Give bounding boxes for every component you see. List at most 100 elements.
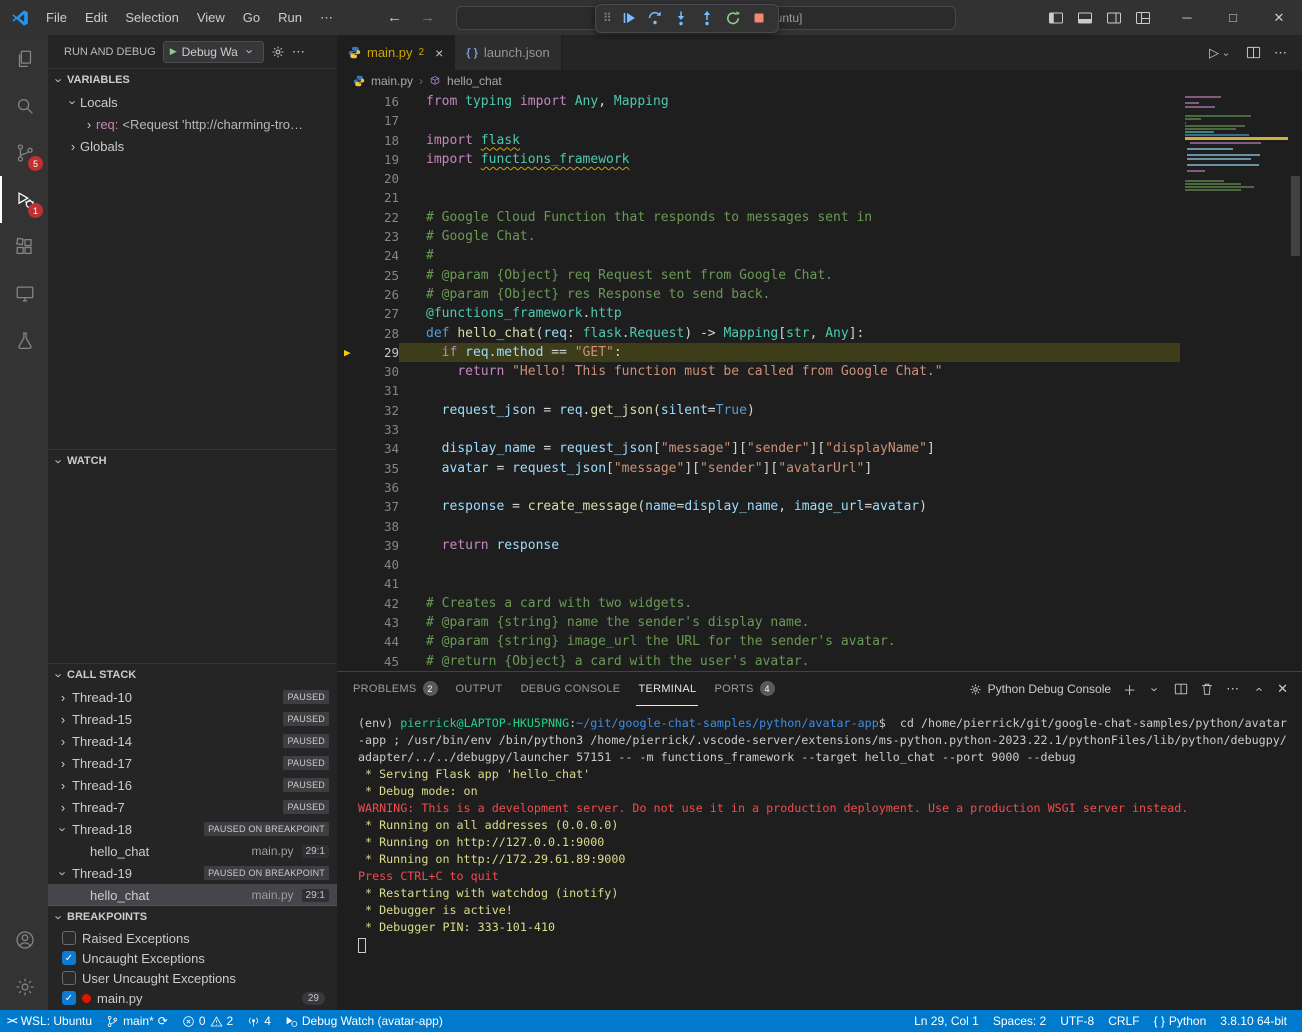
debug-status-item[interactable]: Debug Watch (avatar-app) (278, 1010, 450, 1032)
breakpoint-checkbox[interactable] (62, 971, 76, 985)
minimap[interactable] (1185, 96, 1288, 193)
breakpoint-row[interactable]: User Uncaught Exceptions (48, 968, 337, 988)
editor-scrollbar[interactable] (1289, 92, 1302, 671)
line-number[interactable]: 45 (337, 652, 399, 671)
line-number[interactable]: 22 (337, 208, 399, 227)
breadcrumb-file[interactable]: main.py (371, 74, 413, 88)
variable-req-row[interactable]: ›req:<Request 'http://charming-tro… (48, 113, 337, 135)
terminal-dropdown-icon[interactable]: › (1148, 682, 1163, 696)
problems-item[interactable]: 0 2 (175, 1010, 240, 1032)
code-line[interactable]: 36 (337, 478, 1302, 497)
python-interpreter[interactable]: 3.8.10 64-bit (1213, 1010, 1294, 1032)
line-number[interactable]: 32 (337, 401, 399, 420)
toggle-secondary-sidebar-icon[interactable] (1100, 4, 1127, 31)
code-line[interactable]: 21 (337, 188, 1302, 207)
variables-header[interactable]: ›VARIABLES (48, 69, 337, 91)
thread-row[interactable]: ›Thread-19PAUSED ON BREAKPOINT (48, 862, 337, 884)
code-line[interactable]: 23# Google Chat. (337, 227, 1302, 246)
line-number[interactable]: 19 (337, 150, 399, 169)
line-number[interactable]: 21 (337, 188, 399, 207)
code-line[interactable]: 44# @param {string} image_url the URL fo… (337, 632, 1302, 651)
customize-layout-icon[interactable] (1129, 4, 1156, 31)
split-terminal-icon[interactable] (1174, 682, 1188, 696)
code-line[interactable]: 17 (337, 111, 1302, 130)
toggle-panel-icon[interactable] (1071, 4, 1098, 31)
encoding[interactable]: UTF-8 (1053, 1010, 1101, 1032)
line-number[interactable]: 33 (337, 420, 399, 439)
breakpoint-checkbox[interactable]: ✓ (62, 991, 76, 1005)
tab-main-py[interactable]: main.py 2 × (337, 35, 455, 70)
minimize-button[interactable]: ─ (1164, 0, 1210, 35)
debug-settings-gear-icon[interactable] (271, 45, 285, 59)
debug-config-dropdown[interactable]: ▶ Debug Wa › (163, 41, 264, 63)
terminal-profile[interactable]: Python Debug Console (969, 682, 1111, 696)
line-number[interactable]: 26 (337, 285, 399, 304)
split-editor-icon[interactable] (1246, 45, 1261, 60)
debug-continue-button[interactable] (618, 7, 641, 30)
panel-tab-ports[interactable]: PORTS4 (712, 672, 776, 706)
stack-frame-row[interactable]: hello_chatmain.py29:1 (48, 884, 337, 906)
menu-item-1[interactable]: Edit (76, 0, 116, 35)
maximize-panel-icon[interactable]: › (1251, 682, 1266, 696)
thread-row[interactable]: ›Thread-10PAUSED (48, 686, 337, 708)
forward-button[interactable]: → (411, 9, 444, 26)
tab-launch-json[interactable]: { } launch.json (455, 35, 561, 70)
more-actions-icon[interactable]: ⋯ (292, 44, 305, 60)
new-terminal-icon[interactable]: ＋ (1123, 680, 1136, 699)
panel-tab-terminal[interactable]: TERMINAL (636, 672, 698, 706)
line-number[interactable]: 31 (337, 381, 399, 400)
drag-handle-icon[interactable]: ⠿ (603, 11, 612, 25)
menu-item-0[interactable]: File (37, 0, 76, 35)
call-stack-header[interactable]: ›CALL STACK (48, 664, 337, 686)
line-number[interactable]: 34 (337, 439, 399, 458)
code-line[interactable]: 33 (337, 420, 1302, 439)
menu-item-2[interactable]: Selection (116, 0, 187, 35)
remote-explorer-icon[interactable] (0, 270, 48, 317)
breakpoint-row[interactable]: Raised Exceptions (48, 928, 337, 948)
code-line[interactable]: 41 (337, 574, 1302, 593)
code-line[interactable]: ▶29 if req.method == "GET": (337, 343, 1302, 362)
scrollbar-thumb[interactable] (1291, 176, 1300, 256)
ports-indicator[interactable]: 4 (240, 1010, 278, 1032)
line-number[interactable]: 28 (337, 324, 399, 343)
source-control-icon[interactable]: 5 (0, 129, 48, 176)
thread-row[interactable]: ›Thread-14PAUSED (48, 730, 337, 752)
testing-icon[interactable] (0, 317, 48, 364)
more-actions-icon[interactable]: ⋯ (1274, 45, 1287, 61)
thread-row[interactable]: ›Thread-18PAUSED ON BREAKPOINT (48, 818, 337, 840)
terminal-output[interactable]: (env) pierrick@LAPTOP-HKU5PNNG:~/git/goo… (337, 706, 1302, 1010)
kill-terminal-icon[interactable] (1200, 682, 1214, 696)
breakpoint-row[interactable]: ✓main.py29 (48, 988, 337, 1008)
git-branch-item[interactable]: main*⟳ (99, 1010, 175, 1032)
line-number[interactable]: 18 (337, 131, 399, 150)
code-line[interactable]: 32 request_json = req.get_json(silent=Tr… (337, 401, 1302, 420)
close-button[interactable]: ✕ (1256, 0, 1302, 35)
code-line[interactable]: 38 (337, 517, 1302, 536)
code-line[interactable]: 42# Creates a card with two widgets. (337, 594, 1302, 613)
line-number[interactable]: 40 (337, 555, 399, 574)
explorer-icon[interactable] (0, 35, 48, 82)
code-line[interactable]: 43# @param {string} name the sender's di… (337, 613, 1302, 632)
breadcrumb-symbol[interactable]: hello_chat (447, 74, 502, 88)
extensions-icon[interactable] (0, 223, 48, 270)
code-line[interactable]: 35 avatar = request_json["message"]["sen… (337, 459, 1302, 478)
start-debug-icon[interactable]: ▶ (170, 46, 177, 57)
line-number[interactable]: 27 (337, 304, 399, 323)
panel-tab-debug-console[interactable]: DEBUG CONSOLE (519, 672, 623, 706)
search-icon[interactable] (0, 82, 48, 129)
run-python-file-button[interactable]: ▷› (1209, 45, 1233, 61)
code-line[interactable]: 16from typing import Any, Mapping (337, 92, 1302, 111)
breakpoints-header[interactable]: ›BREAKPOINTS (48, 906, 337, 928)
line-number[interactable]: 38 (337, 517, 399, 536)
code-line[interactable]: 24# (337, 246, 1302, 265)
code-line[interactable]: 19import functions_framework (337, 150, 1302, 169)
code-line[interactable]: 20 (337, 169, 1302, 188)
panel-more-icon[interactable]: ⋯ (1226, 681, 1239, 697)
locals-scope-row[interactable]: ›Locals (48, 91, 337, 113)
language-mode[interactable]: { }Python (1147, 1010, 1214, 1032)
line-number[interactable]: 35 (337, 459, 399, 478)
code-line[interactable]: 34 display_name = request_json["message"… (337, 439, 1302, 458)
debug-stop-button[interactable] (748, 7, 771, 30)
maximize-button[interactable]: □ (1210, 0, 1256, 35)
remote-indicator[interactable]: ><WSL: Ubuntu (0, 1010, 99, 1032)
